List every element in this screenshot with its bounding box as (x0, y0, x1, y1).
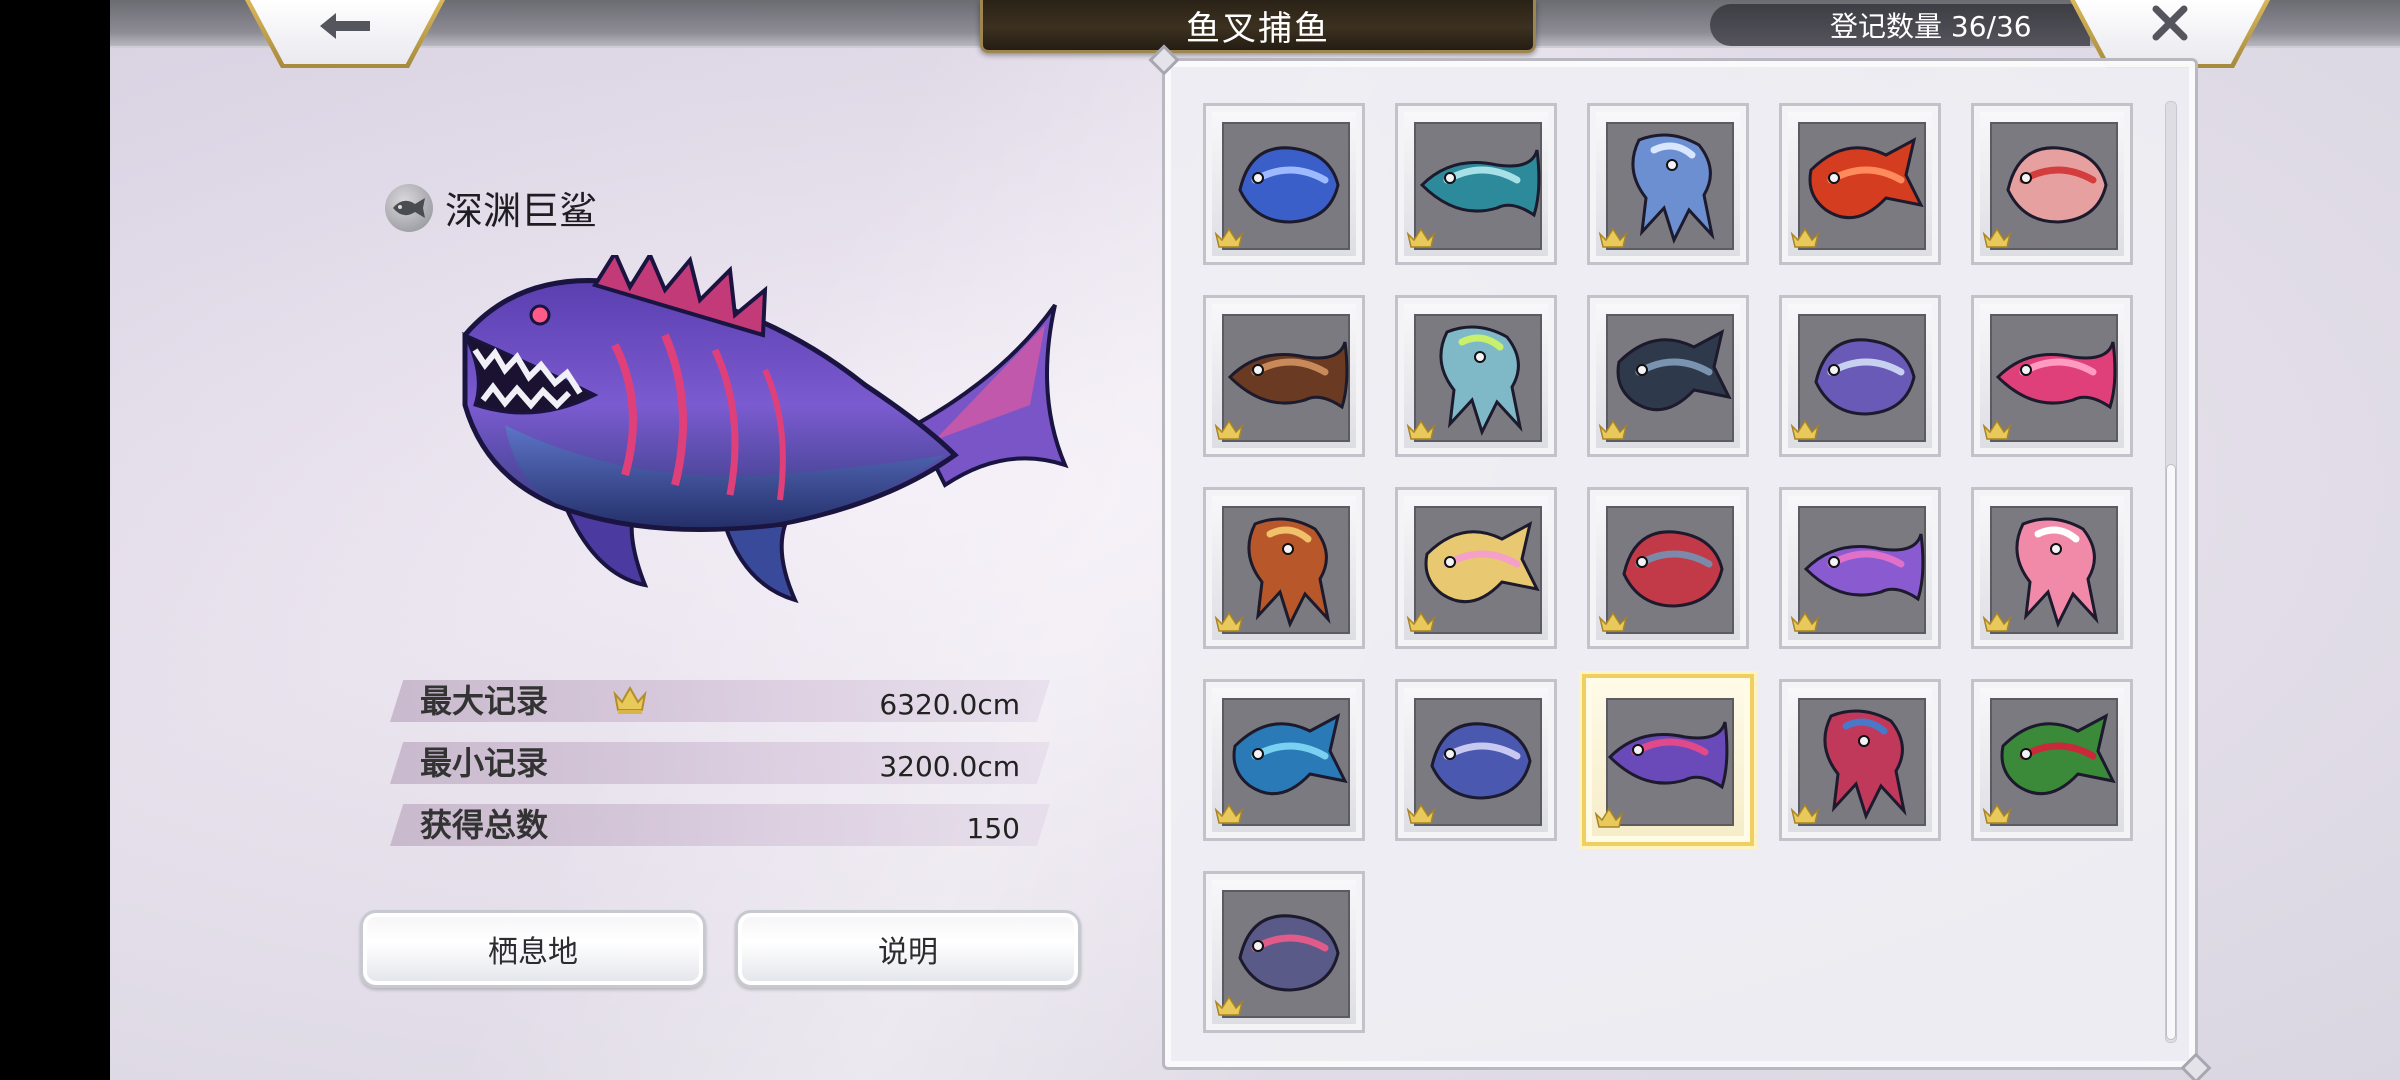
crown-icon (1790, 227, 1820, 248)
stat-min-record: 最小记录 3200.0cm (390, 742, 1050, 784)
crown-icon (1214, 803, 1244, 824)
stat-total-caught: 获得总数 150 (390, 804, 1050, 846)
collection-slot[interactable] (1203, 487, 1365, 649)
collection-slot[interactable] (1971, 679, 2133, 841)
crown-icon (1214, 611, 1244, 632)
collection-panel (1162, 58, 2198, 1070)
stat-value: 3200.0cm (879, 750, 1020, 783)
crown-icon (1214, 995, 1244, 1016)
screen-title: 鱼叉捕鱼 (980, 0, 1536, 53)
collection-slot[interactable] (1395, 295, 1557, 457)
crown-icon (613, 685, 647, 714)
crown-icon (1982, 227, 2012, 248)
crown-icon (1406, 227, 1436, 248)
collection-grid (1203, 103, 2133, 1033)
crown-icon (1598, 419, 1628, 440)
fish-name: 深渊巨鲨 (445, 189, 598, 233)
collection-slot[interactable] (1971, 103, 2133, 265)
arrow-left-icon (318, 5, 372, 51)
collection-slot[interactable] (1587, 103, 1749, 265)
stat-value: 6320.0cm (879, 688, 1020, 721)
crown-icon (1406, 803, 1436, 824)
fish-title: 深渊巨鲨 (385, 180, 597, 235)
stat-label: 最大记录 (420, 682, 549, 720)
scrollbar-thumb[interactable] (2166, 464, 2176, 1040)
collection-slot[interactable] (1779, 295, 1941, 457)
collection-slot[interactable] (1395, 487, 1557, 649)
abyss-shark-illustration (461, 255, 1069, 604)
stat-max-record: 最大记录 6320.0cm (390, 680, 1050, 722)
crown-icon (1982, 611, 2012, 632)
collection-slot[interactable] (1779, 103, 1941, 265)
collection-slot[interactable] (1203, 871, 1365, 1033)
stat-value: 150 (966, 812, 1020, 845)
explain-button[interactable]: 说明 (735, 910, 1081, 988)
registration-count: 登记数量 36/36 (1710, 4, 2090, 46)
crown-icon (1594, 807, 1624, 828)
crown-icon (1598, 611, 1628, 632)
crown-icon (1790, 803, 1820, 824)
collection-slot[interactable] (1587, 487, 1749, 649)
close-x-icon (2150, 3, 2190, 53)
registration-count-label: 登记数量 36/36 (1830, 10, 2032, 43)
collection-slot[interactable] (1582, 674, 1754, 846)
collection-slot[interactable] (1971, 295, 2133, 457)
fish-category-icon (385, 183, 433, 232)
crown-icon (1406, 419, 1436, 440)
crown-icon (1790, 611, 1820, 632)
crown-icon (1982, 419, 2012, 440)
collection-slot[interactable] (1395, 679, 1557, 841)
collection-slot[interactable] (1395, 103, 1557, 265)
collection-slot[interactable] (1971, 487, 2133, 649)
collection-slot[interactable] (1203, 103, 1365, 265)
stat-label: 获得总数 (420, 806, 549, 844)
crown-icon (1790, 419, 1820, 440)
crown-icon (1982, 803, 2012, 824)
habitat-button[interactable]: 栖息地 (360, 910, 706, 988)
crown-icon (1598, 227, 1628, 248)
collection-slot[interactable] (1203, 295, 1365, 457)
collection-scrollbar[interactable] (2165, 101, 2177, 1043)
crown-icon (1214, 227, 1244, 248)
crown-icon (1406, 611, 1436, 632)
collection-slot[interactable] (1779, 487, 1941, 649)
crown-icon (1214, 419, 1244, 440)
game-screen: 鱼叉捕鱼 登记数量 36/36 深渊巨鲨 最大记录 6320.0cm 最小记录 … (110, 0, 2400, 1080)
collection-slot[interactable] (1587, 295, 1749, 457)
collection-slot[interactable] (1779, 679, 1941, 841)
stat-label: 最小记录 (420, 744, 549, 782)
collection-slot[interactable] (1203, 679, 1365, 841)
